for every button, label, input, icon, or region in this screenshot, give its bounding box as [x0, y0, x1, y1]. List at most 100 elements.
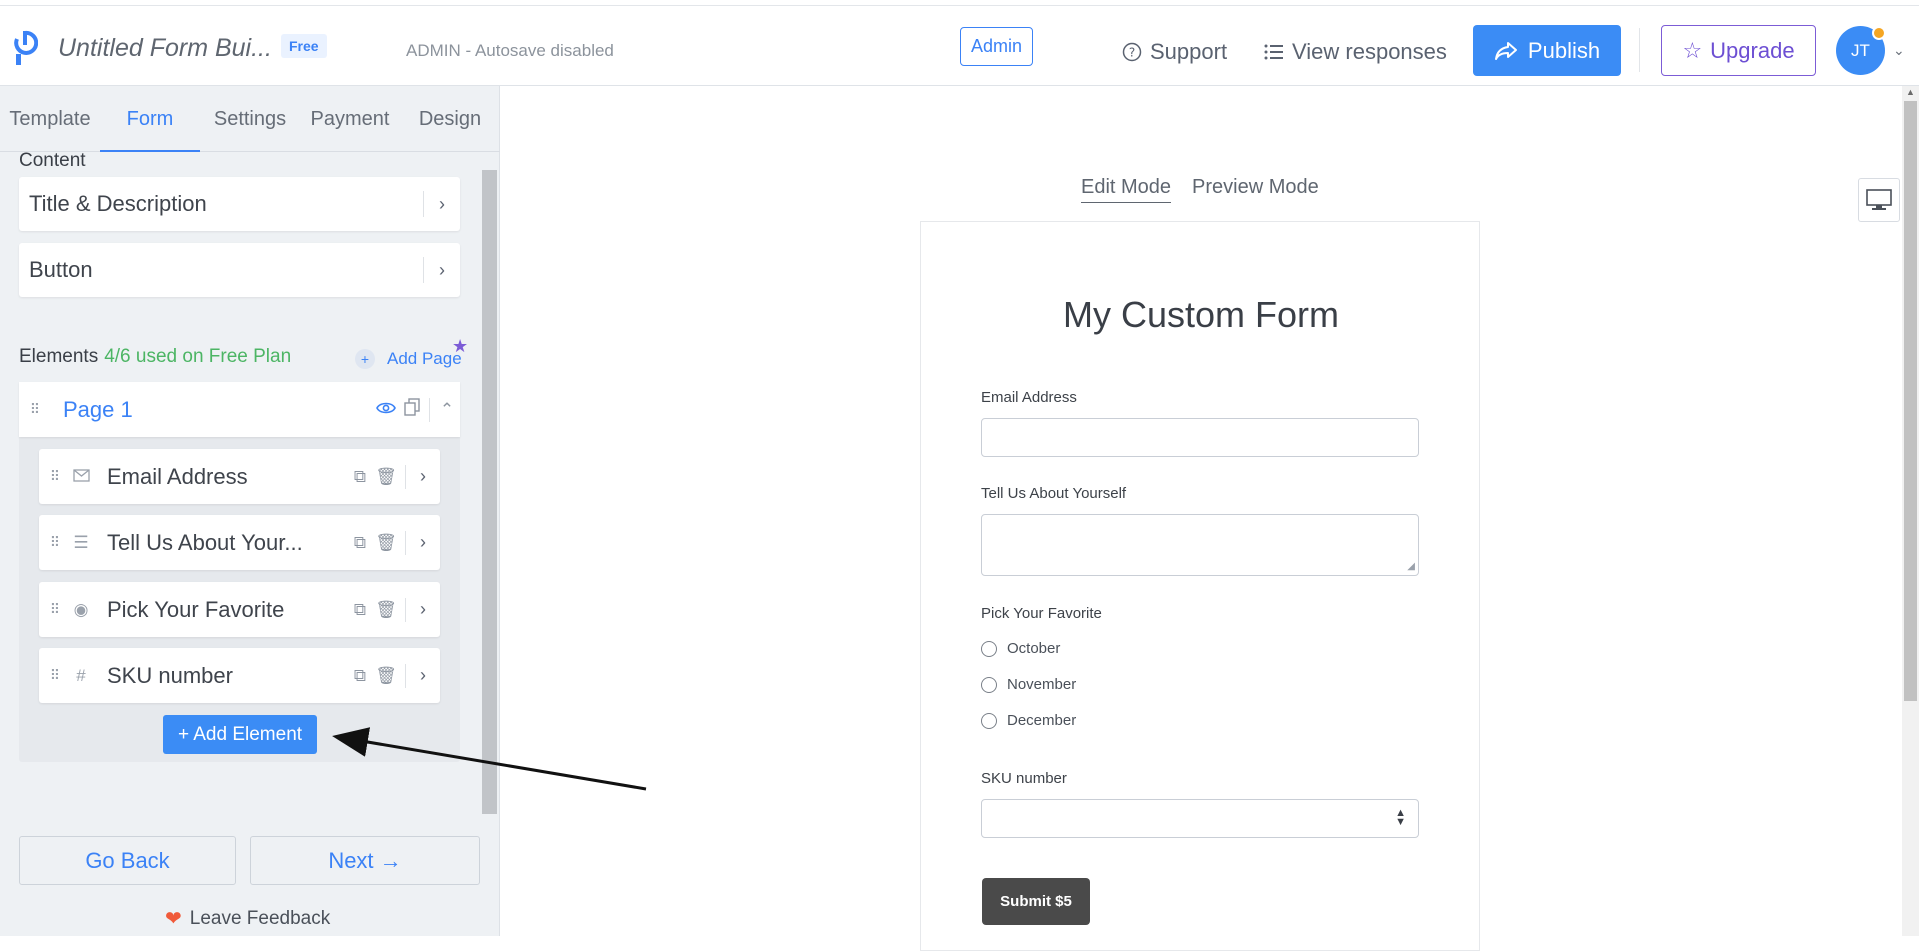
sidebar: Template Form Settings Payment Design Co… — [0, 86, 500, 936]
chevron-right-icon[interactable]: › — [424, 260, 460, 281]
main-scrollbar-thumb[interactable] — [1904, 101, 1917, 701]
sidebar-tabs: Template Form Settings Payment Design — [0, 86, 500, 152]
publish-label: Publish — [1527, 37, 1601, 63]
resize-grip-icon[interactable]: ◢ — [1407, 561, 1415, 572]
sku-label: SKU number — [981, 770, 1067, 787]
radio-label: October — [1007, 640, 1061, 657]
main-scrollbar[interactable]: ▲ — [1902, 86, 1919, 936]
chevron-up-icon[interactable]: ⌃ — [434, 400, 460, 420]
support-link[interactable]: ? Support — [1122, 39, 1227, 65]
elements-header: Elements 4/6 used on Free Plan — [19, 346, 291, 368]
tab-design[interactable]: Design — [400, 86, 500, 152]
trash-icon[interactable]: 🗑 — [373, 467, 399, 487]
scroll-up-arrow-icon[interactable]: ▲ — [1906, 87, 1915, 97]
radio-button[interactable] — [981, 640, 997, 657]
share-arrow-icon — [1494, 41, 1517, 60]
list-icon — [1264, 44, 1283, 60]
publish-button[interactable]: Publish — [1473, 25, 1621, 76]
radio-option-december[interactable]: December — [981, 712, 1076, 729]
elements-label: Elements — [19, 346, 99, 367]
elements-usage-count: 4/6 used on Free Plan — [104, 346, 292, 367]
duplicate-icon[interactable]: ⧉ — [347, 600, 373, 620]
form-heading[interactable]: My Custom Form — [921, 294, 1481, 336]
drag-handle-icon[interactable]: ⠿ — [23, 401, 45, 418]
trash-icon[interactable]: 🗑 — [373, 533, 399, 553]
page-row[interactable]: ⠿ Page 1 ⌃ — [19, 382, 460, 437]
page-group — [19, 382, 460, 762]
add-element-button[interactable]: + Add Element — [163, 715, 317, 754]
app-logo-icon[interactable] — [12, 30, 38, 66]
view-responses-link[interactable]: View responses — [1264, 39, 1447, 65]
upgrade-button[interactable]: ☆ Upgrade — [1661, 25, 1816, 76]
element-row-about[interactable]: ⠿ ☰ Tell Us About Your... ⧉ 🗑 › — [39, 515, 440, 570]
feedback-label: Leave Feedback — [189, 907, 331, 929]
chevron-right-icon[interactable]: › — [406, 665, 440, 686]
email-field[interactable] — [981, 418, 1419, 457]
drag-handle-icon[interactable]: ⠿ — [43, 534, 65, 551]
card-label: Button — [29, 257, 93, 282]
chevron-down-icon[interactable]: ⌄ — [1893, 42, 1905, 59]
radio-option-november[interactable]: November — [981, 676, 1076, 693]
about-textarea[interactable]: ◢ — [981, 514, 1419, 576]
add-page-button[interactable]: + Add Page — [355, 349, 462, 369]
drag-handle-icon[interactable]: ⠿ — [43, 601, 65, 618]
tab-template[interactable]: Template — [0, 86, 100, 152]
tab-form[interactable]: Form — [100, 86, 200, 152]
plan-badge: Free — [281, 34, 327, 58]
form-preview-card: My Custom Form Email Address Tell Us Abo… — [920, 221, 1480, 951]
go-back-button[interactable]: Go Back — [19, 836, 236, 885]
heart-icon: ❤ — [165, 908, 182, 930]
email-label: Email Address — [981, 389, 1077, 406]
chevron-right-icon[interactable]: › — [406, 466, 440, 487]
number-spinner-icon[interactable]: ▲ ▼ — [1395, 808, 1406, 828]
title-description-card[interactable]: Title & Description › — [19, 177, 460, 231]
add-page-label: Add Page — [387, 349, 462, 368]
element-row-email[interactable]: ⠿ Email Address ⧉ 🗑 › — [39, 449, 440, 504]
sidebar-scrollbar[interactable] — [482, 170, 497, 814]
form-title[interactable]: Untitled Form Bui... — [58, 34, 272, 63]
top-bar: Untitled Form Bui... Free ADMIN - Autosa… — [0, 5, 1919, 86]
header-divider — [1639, 28, 1640, 72]
leave-feedback-link[interactable]: ❤ Leave Feedback — [165, 906, 330, 931]
tab-payment[interactable]: Payment — [300, 86, 400, 152]
view-responses-label: View responses — [1292, 39, 1447, 64]
element-label: Pick Your Favorite — [107, 596, 285, 622]
element-row-favorite[interactable]: ⠿ ◉ Pick Your Favorite ⧉ 🗑 › — [39, 582, 440, 637]
chevron-right-icon[interactable]: › — [406, 599, 440, 620]
eye-icon[interactable] — [373, 400, 399, 420]
next-button[interactable]: Next → — [250, 836, 480, 885]
star-icon: ☆ — [1682, 37, 1703, 63]
radio-button[interactable] — [981, 712, 997, 729]
duplicate-icon[interactable]: ⧉ — [347, 533, 373, 553]
radio-option-october[interactable]: October — [981, 640, 1060, 657]
admin-status-text: ADMIN - Autosave disabled — [406, 41, 614, 60]
drag-handle-icon[interactable]: ⠿ — [43, 667, 65, 684]
trash-icon[interactable]: 🗑 — [373, 600, 399, 620]
page-title[interactable]: Page 1 — [63, 397, 373, 423]
trash-icon[interactable]: 🗑 — [373, 666, 399, 686]
element-row-sku[interactable]: ⠿ # SKU number ⧉ 🗑 › — [39, 648, 440, 703]
tab-settings[interactable]: Settings — [200, 86, 300, 152]
duplicate-icon[interactable] — [399, 398, 425, 421]
upgrade-label: Upgrade — [1710, 37, 1795, 63]
support-label: Support — [1150, 39, 1228, 64]
card-label: Title & Description — [29, 191, 207, 216]
paragraph-lines-icon: ☰ — [73, 532, 89, 552]
radio-label: November — [1007, 676, 1077, 693]
submit-button[interactable]: Submit $5 — [982, 878, 1090, 925]
radio-button[interactable] — [981, 676, 997, 693]
button-card[interactable]: Button › — [19, 243, 460, 297]
sku-number-input[interactable]: ▲ ▼ — [981, 799, 1419, 838]
duplicate-icon[interactable]: ⧉ — [347, 666, 373, 686]
edit-mode-tab[interactable]: Edit Mode — [1081, 176, 1172, 203]
preview-mode-tab[interactable]: Preview Mode — [1192, 176, 1319, 199]
duplicate-icon[interactable]: ⧉ — [347, 467, 373, 487]
drag-handle-icon[interactable]: ⠿ — [43, 468, 65, 485]
admin-button[interactable]: Admin — [960, 27, 1034, 66]
desktop-preview-button[interactable] — [1858, 178, 1900, 222]
chevron-right-icon[interactable]: › — [406, 532, 440, 553]
sidebar-scroll-area[interactable]: Content Title & Description › Button › E… — [0, 152, 500, 814]
chevron-right-icon[interactable]: › — [424, 194, 460, 215]
monitor-icon — [1866, 189, 1892, 210]
envelope-icon — [65, 467, 97, 487]
